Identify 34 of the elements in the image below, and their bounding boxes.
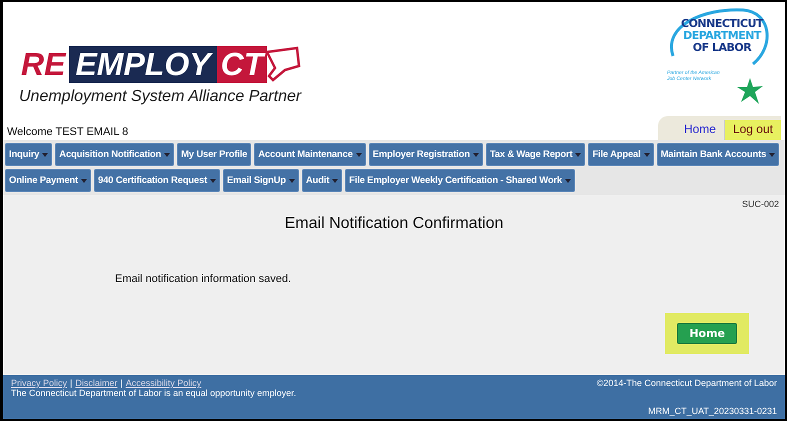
confirmation-message: Email notification information saved. xyxy=(115,273,292,285)
menu-item[interactable]: File Appeal xyxy=(588,143,654,166)
footer-link[interactable]: Privacy Policy xyxy=(11,378,68,388)
logo-tagline: Unemployment System Alliance Partner xyxy=(19,88,302,106)
menu-item[interactable]: Online Payment xyxy=(5,169,91,192)
logo-text: RE xyxy=(21,46,66,82)
logo-text: EMPLOY xyxy=(69,46,217,82)
menu-item[interactable]: My User Profile xyxy=(177,143,252,166)
menu-item[interactable]: Employer Registration xyxy=(368,143,483,166)
menu-item[interactable]: Tax & Wage Report xyxy=(486,143,586,166)
star-icon xyxy=(737,78,763,104)
welcome-text: Welcome TEST EMAIL 8 xyxy=(7,126,130,140)
footer-link[interactable]: Disclaimer xyxy=(75,378,118,388)
menu-item[interactable]: File Employer Weekly Certification - Shared Work xyxy=(345,169,576,192)
state-map-icon xyxy=(265,46,302,82)
nav-link[interactable]: Log out xyxy=(724,120,781,140)
footer-notice: The Connecticut Department of Labor is an equal opportunity employer. xyxy=(11,388,296,398)
menu-item[interactable]: Inquiry xyxy=(5,143,52,166)
nav-link[interactable]: Home xyxy=(676,120,724,140)
menu-item[interactable]: 940 Certification Request xyxy=(94,169,220,192)
copyright-text: ©2014-The Connecticut Department of Labor xyxy=(596,378,777,388)
menu-item[interactable]: Account Maintenance xyxy=(254,143,366,166)
link-separator: | xyxy=(120,378,123,388)
footer-link[interactable]: Accessibility Policy xyxy=(126,378,202,388)
build-version: MRM_CT_UAT_20230331-0231 xyxy=(648,406,777,416)
menu-item[interactable]: Email SignUp xyxy=(223,169,299,192)
page-code: SUC-002 xyxy=(742,199,779,209)
link-separator: | xyxy=(70,378,72,388)
home-button[interactable]: Home xyxy=(677,323,737,344)
logo-text: CT xyxy=(216,46,268,82)
menu-item[interactable]: Audit xyxy=(302,169,342,192)
menu-item[interactable]: Maintain Bank Accounts xyxy=(656,143,780,166)
menu-item[interactable]: Acquisition Notification xyxy=(55,143,174,166)
page-heading: Email Notification Confirmation xyxy=(284,215,504,233)
